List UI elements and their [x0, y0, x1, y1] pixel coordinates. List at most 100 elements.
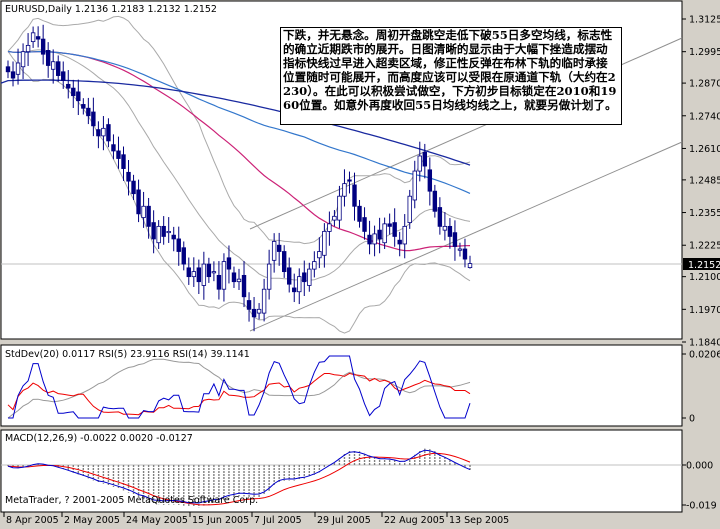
copyright-text: MetaTrader, ? 2001-2005 MetaQuotes Softw… — [5, 495, 258, 506]
macd-tick-label: -0.019 — [686, 501, 717, 512]
candle-body — [25, 44, 31, 53]
date-tick-label: 7 Jul 2005 — [254, 515, 302, 525]
macd-tick-label: 0.000 — [686, 461, 713, 472]
price-tick-label: 1.2485 — [689, 175, 720, 186]
candle-body — [116, 150, 121, 159]
candle-body — [266, 263, 272, 290]
candle-body — [372, 233, 377, 245]
candle-body — [407, 195, 412, 224]
main-header: EURUSD,Daily 1.2136 1.2183 1.2132 1.2152 — [5, 4, 217, 15]
candle-body — [307, 268, 312, 286]
candle-body — [437, 207, 443, 227]
candle-body — [96, 129, 101, 137]
price-tick-label: 1.2870 — [689, 79, 720, 90]
candle-body — [211, 271, 217, 274]
candle-body — [191, 271, 197, 278]
candle-body — [196, 267, 202, 283]
price-tick-label: 1.1970 — [689, 305, 720, 316]
candle-body — [432, 190, 438, 212]
candle-body — [206, 263, 212, 278]
candle-body — [402, 225, 407, 245]
date-tick-label: 13 Sep 2005 — [449, 515, 509, 525]
candle-body — [292, 287, 297, 293]
candle-body — [392, 222, 397, 237]
candle-body — [297, 276, 302, 293]
candle-body — [442, 225, 448, 231]
candle-body — [387, 223, 392, 227]
candle-body — [35, 36, 41, 40]
date-tick-label: 24 May 2005 — [126, 515, 188, 525]
candle-body — [111, 144, 116, 152]
candle-body — [161, 225, 166, 237]
candle-body — [40, 38, 46, 55]
candle-body — [236, 278, 242, 283]
candle-body — [30, 32, 36, 43]
candle-body — [317, 251, 322, 259]
candle-body — [50, 61, 56, 70]
date-tick-label: 8 Apr 2005 — [6, 515, 59, 525]
candle-body — [377, 229, 382, 240]
candle-body — [141, 205, 146, 218]
candle-body — [342, 183, 347, 197]
candle-body — [166, 231, 171, 234]
candle-body — [176, 238, 181, 252]
candle-body — [126, 171, 131, 182]
candle-body — [397, 239, 402, 245]
indicator-tick-label: 0 — [689, 414, 695, 425]
price-tick-label: 1.2740 — [689, 111, 720, 122]
candle-body — [412, 170, 417, 201]
candle-body — [457, 248, 463, 251]
candle-body — [71, 87, 76, 97]
candle-body — [312, 261, 317, 270]
candle-body — [367, 234, 372, 245]
indicator-header: StdDev(20) 0.0117 RSI(5) 23.9116 RSI(14)… — [5, 349, 250, 360]
candle-body — [332, 215, 337, 221]
candle-body — [56, 61, 61, 76]
candle-body — [45, 50, 51, 66]
indicator-tick-label: 0.0206 — [689, 350, 720, 361]
candle-body — [226, 257, 232, 270]
candle-body — [352, 184, 357, 207]
price-tick-label: 1.3125 — [689, 15, 720, 26]
candle-body — [86, 107, 91, 117]
indicator-axis: 0.0206 0 — [682, 350, 720, 425]
candle-body — [181, 247, 186, 265]
candle-body — [281, 251, 287, 273]
price-tick-label: 1.2100 — [689, 272, 720, 283]
candle-body — [186, 267, 191, 278]
candle-body — [347, 179, 352, 182]
price-tick-label: 1.2610 — [689, 144, 720, 155]
price-tick-label: 1.1840 — [689, 338, 720, 349]
candle-body — [241, 274, 247, 298]
candle-body — [20, 51, 26, 68]
candle-body — [61, 71, 66, 81]
candle-body — [276, 244, 282, 252]
candle-body — [382, 223, 387, 244]
candle-body — [216, 274, 222, 290]
candle-body — [462, 248, 468, 260]
candle-body — [327, 223, 332, 232]
candle-body — [256, 308, 262, 314]
price-tick-label: 1.2355 — [689, 208, 720, 219]
candle-body — [362, 217, 367, 232]
candle-body — [156, 225, 161, 244]
candle-body — [131, 180, 136, 195]
macd-axis: 0.000 -0.019 — [682, 461, 717, 512]
candle-body — [171, 234, 176, 240]
candle-body — [271, 241, 277, 261]
candle-body — [261, 288, 267, 314]
price-tick-label: 1.2225 — [689, 241, 720, 252]
date-tick-label: 22 Aug 2005 — [384, 515, 445, 525]
date-tick-label: 29 Jul 2005 — [317, 515, 371, 525]
candle-body — [15, 62, 21, 75]
date-axis: 8 Apr 2005 2 May 2005 24 May 2005 15 Jun 20… — [3, 512, 509, 526]
candle-body — [251, 308, 257, 318]
candle-body — [417, 155, 422, 172]
candle-body — [66, 83, 71, 89]
candle-body — [201, 263, 207, 286]
candle-body — [231, 272, 237, 283]
candle-body — [337, 195, 342, 221]
candle-body — [76, 91, 81, 102]
date-tick-label: 15 Jun 2005 — [192, 515, 249, 525]
date-tick-label: 2 May 2005 — [64, 515, 120, 525]
